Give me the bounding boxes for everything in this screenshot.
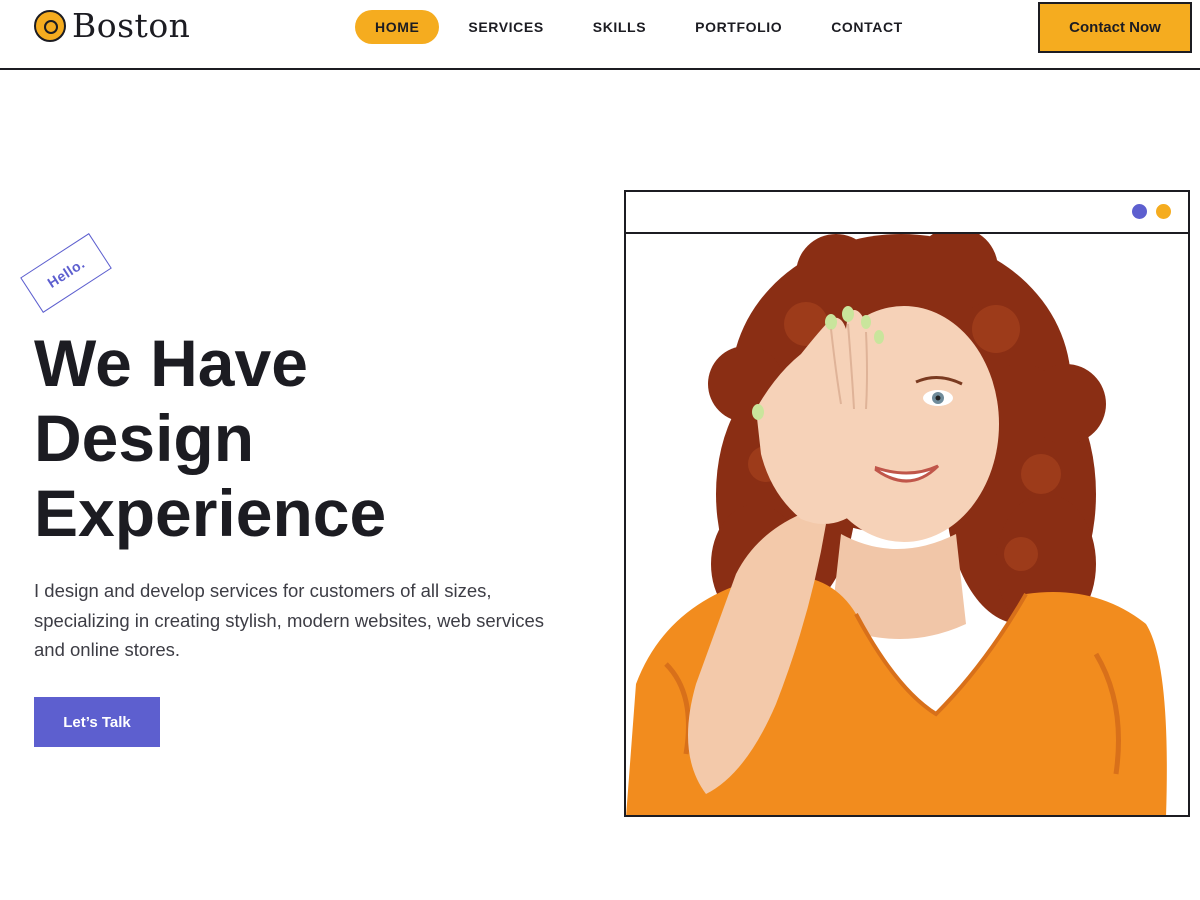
logo[interactable]: Boston xyxy=(34,8,190,44)
main-nav: HOME SERVICES SKILLS PORTFOLIO CONTACT xyxy=(355,10,932,44)
hero-title: We Have Design Experience xyxy=(34,326,574,551)
lets-talk-button[interactable]: Let’s Talk xyxy=(34,697,160,747)
hero-description: I design and develop services for custom… xyxy=(34,580,544,660)
nav-item-skills[interactable]: SKILLS xyxy=(573,10,666,44)
hero-title-line-1: We Have xyxy=(34,326,308,400)
blue-dot-icon xyxy=(1132,204,1147,219)
site-header: Boston HOME SERVICES SKILLS PORTFOLIO CO… xyxy=(0,0,1200,70)
browser-frame-bar xyxy=(626,192,1188,234)
nav-item-contact[interactable]: CONTACT xyxy=(811,10,923,44)
logo-text: Boston xyxy=(72,6,191,45)
portrait-photo xyxy=(626,234,1188,815)
hero-title-line-2: Design xyxy=(34,401,255,475)
hero-title-line-3: Experience xyxy=(34,476,387,550)
circle-logo-icon xyxy=(34,10,66,42)
hello-tag: Hello. xyxy=(20,233,112,313)
browser-frame xyxy=(624,190,1190,817)
nav-item-services[interactable]: SERVICES xyxy=(448,10,563,44)
nav-item-portfolio[interactable]: PORTFOLIO xyxy=(675,10,802,44)
nav-item-home[interactable]: HOME xyxy=(355,10,440,44)
contact-now-button[interactable]: Contact Now xyxy=(1038,2,1192,53)
hello-tag-label: Hello. xyxy=(44,255,88,291)
yellow-dot-icon xyxy=(1156,204,1171,219)
